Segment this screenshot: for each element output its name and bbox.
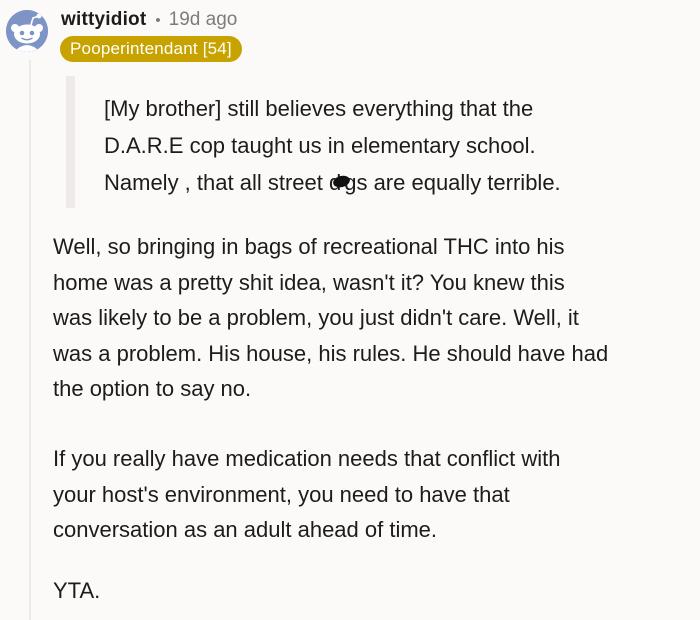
paragraph-line: home was a pretty shit idea, wasn't it? …	[53, 269, 565, 295]
user-flair-badge: Pooperintendant [54]	[60, 36, 242, 62]
comment-paragraph: If you really have medication needs that…	[53, 441, 693, 548]
comment-header: wittyidiot • 19d ago	[61, 8, 237, 32]
comment-timestamp[interactable]: 19d ago	[169, 9, 238, 31]
quote-text-after-censor: gs are equally terrible.	[344, 170, 561, 195]
paragraph-line: was likely to be a problem, you just did…	[53, 305, 579, 330]
paragraph-line: If you really have medication needs that…	[53, 446, 561, 471]
quote-line: D.A.R.E cop taught us in elementary scho…	[104, 133, 536, 158]
comment-paragraph: Well, so bringing in bags of recreationa…	[53, 229, 693, 407]
paragraph-line: YTA.	[53, 578, 101, 603]
paragraph-line: your host's environment, you need to hav…	[53, 481, 510, 507]
paragraph-line: conversation as an adult ahead of time.	[53, 517, 438, 542]
blockquote: [My brother] still believes everything t…	[104, 90, 684, 201]
quote-line: [My brother] still believes everything t…	[104, 96, 534, 121]
paragraph-line: Well, so bringing in bags of recreationa…	[53, 234, 565, 259]
paragraph-line: the option to say no.	[53, 376, 252, 401]
comment-paragraph: YTA.	[53, 573, 693, 609]
separator-dot: •	[155, 11, 161, 29]
quote-line: Namely , that all street d gs are equally…	[104, 164, 684, 201]
username-link[interactable]: wittyidiot	[61, 9, 146, 31]
snoo-avatar-icon	[6, 10, 48, 52]
user-avatar[interactable]	[6, 10, 48, 52]
thread-line[interactable]	[29, 60, 31, 620]
blockquote-bar	[66, 76, 75, 208]
quote-text-before-censor: Namely , that all street d	[104, 170, 342, 195]
paragraph-line: was a problem. His house, his rules. He …	[53, 340, 609, 366]
